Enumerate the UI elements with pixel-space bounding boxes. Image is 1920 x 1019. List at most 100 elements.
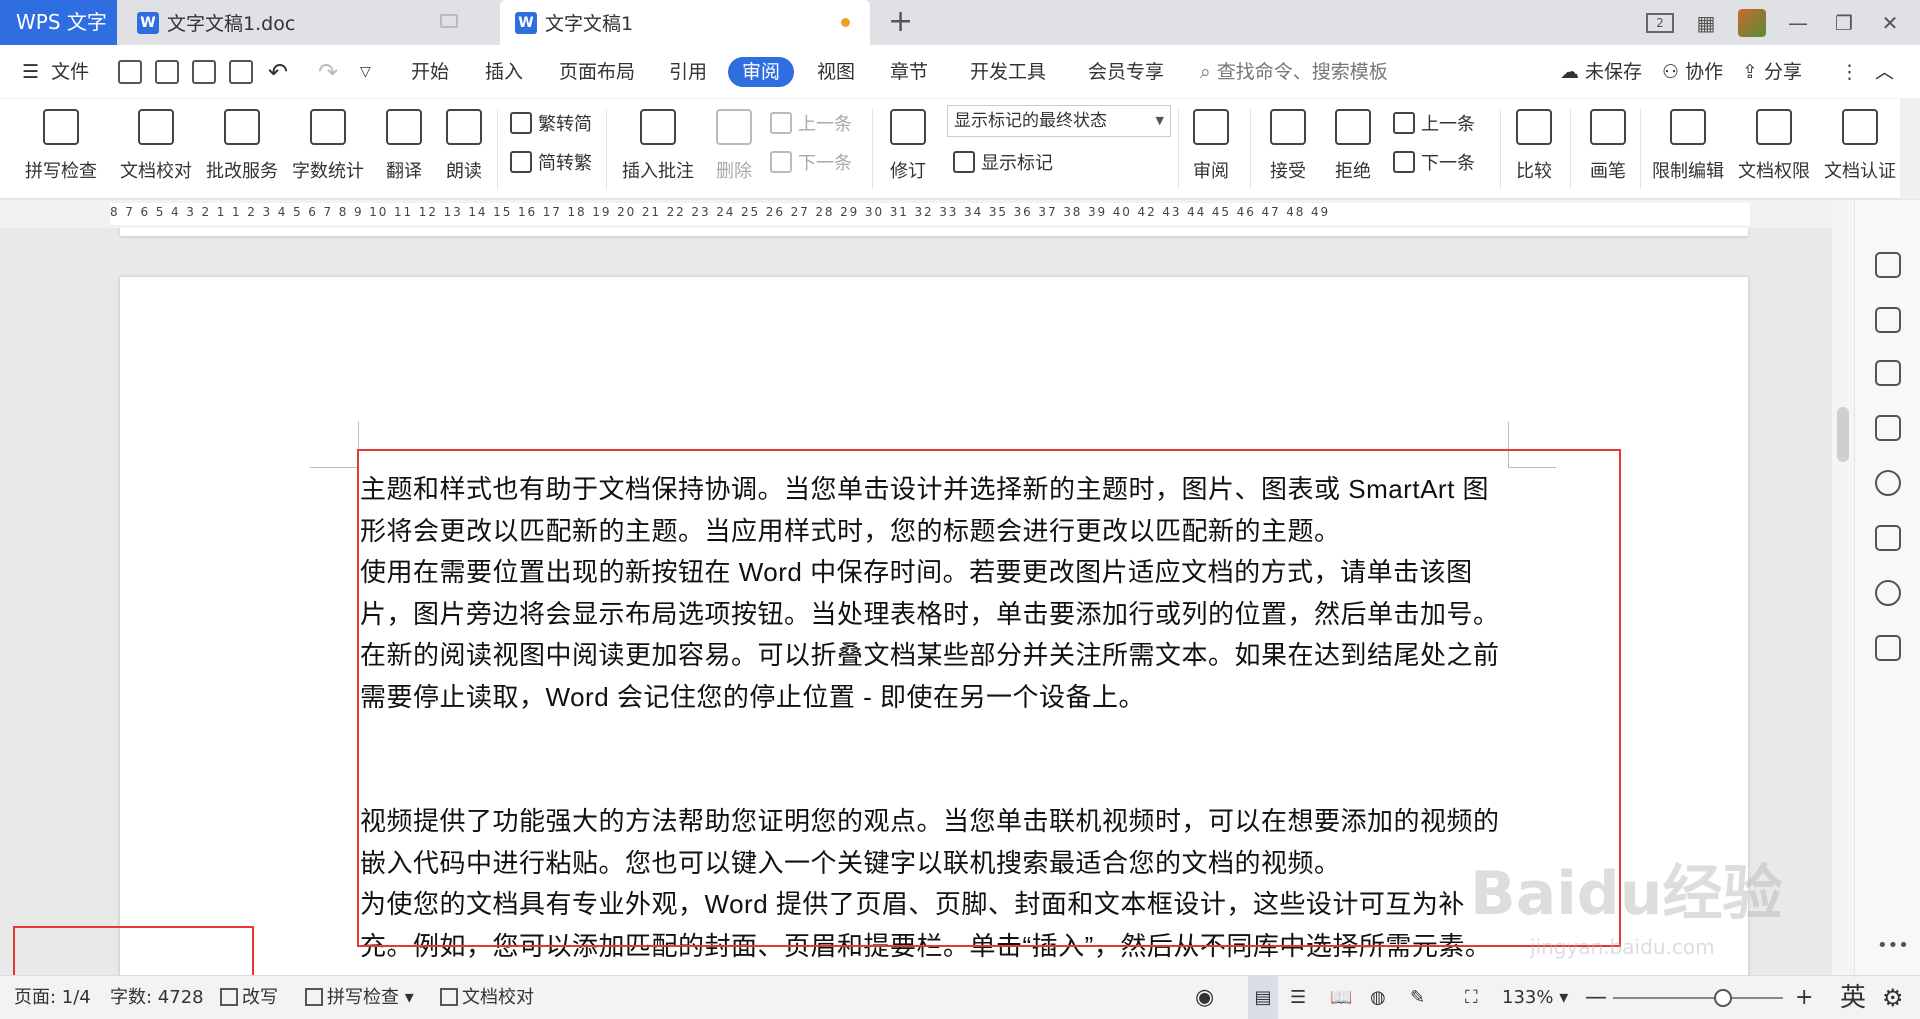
tab-references[interactable]: 引用	[669, 45, 707, 99]
review-pane-button[interactable]: 审阅	[1183, 99, 1239, 199]
word-count-button[interactable]: 字数统计	[290, 99, 366, 199]
page-count[interactable]: 页面: 1/4	[14, 976, 91, 1019]
read-aloud-button[interactable]: 朗读	[438, 99, 490, 199]
review-service-button[interactable]: 批改服务	[204, 99, 280, 199]
translate-button[interactable]: 翻译	[376, 99, 432, 199]
tab-chapter[interactable]: 章节	[890, 45, 928, 99]
eye-icon[interactable]: ◉	[1195, 976, 1214, 1019]
prev-change-button[interactable]: 上一条	[1393, 109, 1475, 137]
zoom-slider-thumb[interactable]	[1714, 989, 1732, 1007]
doc-proof-button[interactable]: 文档校对	[118, 99, 194, 199]
right-sidebar: •••	[1854, 200, 1920, 975]
tab-member[interactable]: 会员专享	[1088, 45, 1164, 99]
sliders-icon[interactable]	[1875, 415, 1901, 441]
overwrite-toggle[interactable]: 改写	[220, 976, 278, 1019]
prev-change-icon	[1393, 112, 1415, 134]
zoom-slider-track[interactable]	[1613, 997, 1783, 999]
grid-apps-icon[interactable]: ▦	[1692, 9, 1720, 37]
save-icon[interactable]	[118, 60, 142, 84]
page-view-icon[interactable]: ▤	[1248, 976, 1278, 1019]
more-icon[interactable]: ⋮	[1840, 45, 1859, 99]
review-pane-icon	[1193, 109, 1229, 145]
image-tools-icon[interactable]	[1875, 525, 1901, 551]
lightning-icon[interactable]	[1875, 580, 1901, 606]
collapse-ribbon-icon[interactable]: ︿	[1875, 45, 1894, 99]
settings-gear-icon[interactable]: ⚙	[1882, 976, 1904, 1019]
scrollbar-thumb[interactable]	[1837, 407, 1849, 462]
next-comment-icon	[770, 151, 792, 173]
print-icon[interactable]	[192, 60, 216, 84]
divider	[1178, 109, 1179, 189]
outline-view-icon[interactable]: ☰	[1290, 976, 1306, 1019]
pen-button[interactable]: 画笔	[1580, 99, 1636, 199]
delete-comment-button[interactable]: 删除	[706, 99, 762, 199]
page-indicator-icon[interactable]: 2	[1646, 9, 1674, 37]
tab-dev-tools[interactable]: 开发工具	[970, 45, 1046, 99]
unsaved-status[interactable]: ☁ 未保存	[1560, 45, 1642, 99]
zoom-out-icon[interactable]: —	[1585, 976, 1607, 1019]
revise-button[interactable]: 修订	[880, 99, 936, 199]
restore-icon[interactable]: ❐	[1830, 9, 1858, 37]
accept-button[interactable]: 接受	[1260, 99, 1316, 199]
insert-comment-button[interactable]: 插入批注	[618, 99, 698, 199]
simp-to-trad-button[interactable]: 简转繁	[510, 148, 592, 176]
more-dots-icon[interactable]: •••	[1877, 935, 1909, 956]
book-icon[interactable]	[1875, 635, 1901, 661]
spell-check-status[interactable]: 拼写检查 ▾	[305, 976, 414, 1019]
doc-auth-icon	[1842, 109, 1878, 145]
minimize-icon[interactable]: —	[1784, 9, 1812, 37]
search-command[interactable]: ⌕ 查找命令、搜索模板	[1200, 45, 1388, 99]
monitor-icon[interactable]	[440, 14, 458, 28]
zoom-in-icon[interactable]: +	[1795, 976, 1813, 1019]
ribbon-scroll-right[interactable]	[1900, 99, 1920, 199]
doc-permission-button[interactable]: 文档权限	[1736, 99, 1812, 199]
close-icon[interactable]: ✕	[1876, 9, 1904, 37]
tab-review[interactable]: 审阅	[728, 57, 795, 87]
ruler-numbers: 8 7 6 5 4 3 2 1 1 2 3 4 5 6 7 8 9 10 11 …	[110, 205, 1331, 219]
doc-proof-status[interactable]: 文档校对	[440, 976, 534, 1019]
tab-doc-2[interactable]: W 文字文稿1	[500, 0, 870, 45]
tab-doc-1[interactable]: W 文字文稿1.doc	[117, 0, 500, 45]
share-button[interactable]: ⇪ 分享	[1742, 45, 1802, 99]
markup-state-select[interactable]: 显示标记的最终状态 ▼	[947, 105, 1171, 137]
wps-brand-tab[interactable]: WPS 文字	[0, 0, 117, 45]
tab-view[interactable]: 视图	[817, 45, 855, 99]
divider	[606, 109, 607, 189]
vertical-scrollbar[interactable]	[1832, 200, 1854, 975]
word-count[interactable]: 字数: 4728	[110, 976, 204, 1019]
tab-page-layout[interactable]: 页面布局	[559, 45, 635, 99]
preview-icon[interactable]	[229, 60, 253, 84]
read-view-icon[interactable]: 📖	[1330, 976, 1352, 1019]
file-menu[interactable]: ☰ 文件	[22, 45, 89, 99]
delete-comment-icon	[716, 109, 752, 145]
help-icon[interactable]	[1875, 470, 1901, 496]
reject-button[interactable]: 拒绝	[1325, 99, 1381, 199]
rocket-icon[interactable]	[1875, 252, 1901, 278]
trad-to-simp-button[interactable]: 繁转简	[510, 109, 592, 137]
compare-button[interactable]: 比较	[1506, 99, 1562, 199]
next-change-button[interactable]: 下一条	[1393, 148, 1475, 176]
web-view-icon[interactable]: ◍	[1370, 976, 1386, 1019]
redo-icon[interactable]: ↷	[318, 45, 338, 99]
edit-pen-icon[interactable]	[1875, 307, 1901, 333]
chevron-down-icon[interactable]: ▽	[360, 45, 371, 99]
zoom-level[interactable]: 133% ▾	[1502, 976, 1568, 1019]
write-view-icon[interactable]: ✎	[1410, 976, 1425, 1019]
prev-comment-button[interactable]: 上一条	[770, 109, 852, 137]
collaborate-button[interactable]: ⚇ 协作	[1662, 45, 1723, 99]
tab-insert[interactable]: 插入	[485, 45, 523, 99]
avatar[interactable]	[1738, 8, 1766, 37]
next-comment-button[interactable]: 下一条	[770, 148, 852, 176]
spell-check-button[interactable]: 拼写检查	[16, 99, 106, 199]
show-markup-button[interactable]: 显示标记	[953, 148, 1053, 176]
tab-home[interactable]: 开始	[411, 45, 449, 99]
doc-auth-button[interactable]: 文档认证	[1822, 99, 1898, 199]
cursor-icon[interactable]	[1875, 360, 1901, 386]
fit-page-icon[interactable]: ⛶	[1465, 976, 1478, 1019]
divider	[1640, 109, 1641, 189]
restrict-edit-button[interactable]: 限制编辑	[1648, 99, 1728, 199]
ime-indicator[interactable]: 英	[1840, 976, 1866, 1019]
export-icon[interactable]	[155, 60, 179, 84]
add-tab-button[interactable]: +	[888, 4, 913, 40]
undo-icon[interactable]: ↶	[268, 45, 288, 99]
